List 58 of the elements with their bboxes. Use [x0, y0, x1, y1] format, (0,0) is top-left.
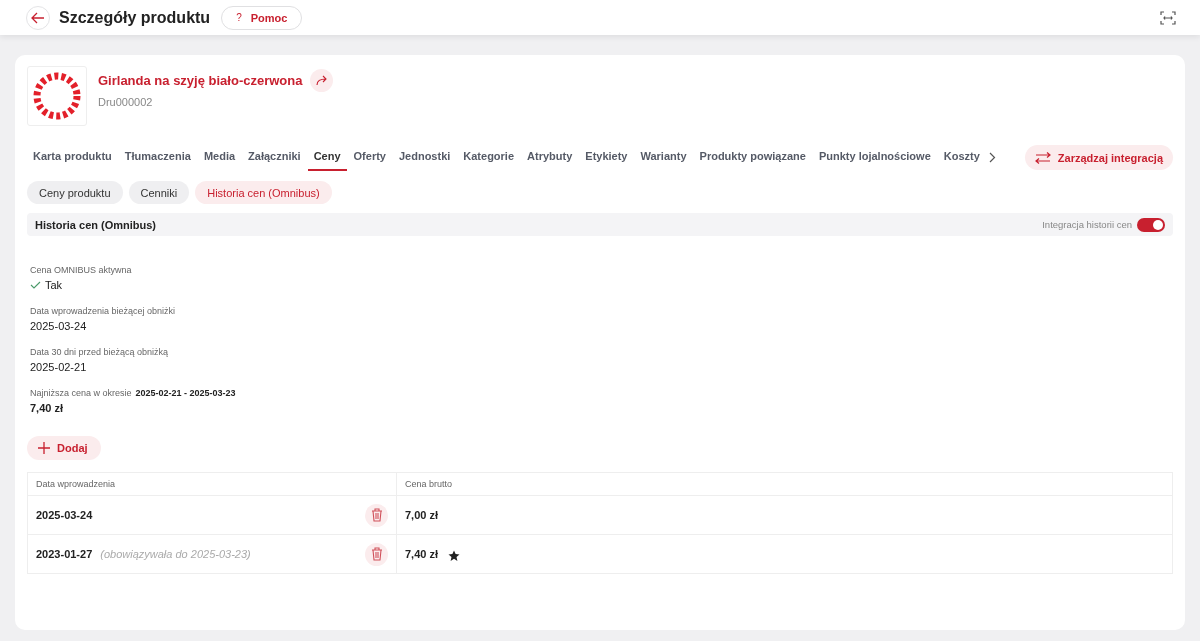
tab[interactable]: Załączniki	[242, 144, 307, 171]
field-label: Data 30 dni przed bieżącą obniżką	[30, 347, 169, 357]
field-value: 2025-03-24	[30, 320, 87, 332]
chevron-right-icon[interactable]	[988, 152, 996, 163]
trash-icon	[370, 508, 383, 522]
add-button[interactable]: Dodaj	[27, 436, 101, 460]
field-label: Najniższa cena w okresie	[30, 388, 132, 398]
help-icon: ?	[236, 12, 242, 23]
tab[interactable]: Produkty powiązane	[693, 144, 812, 171]
tab[interactable]: Kategorie	[457, 144, 521, 171]
table-cell: 2025-03-24	[36, 509, 93, 521]
table-cell: 2023-01-27	[36, 548, 93, 560]
tab[interactable]: Oferty	[347, 144, 392, 171]
back-button[interactable]	[26, 5, 50, 30]
delete-button[interactable]	[365, 503, 388, 527]
date-range: 2025-02-21 - 2025-03-23	[135, 388, 236, 398]
subtab[interactable]: Ceny produktu	[27, 181, 123, 204]
back-arrow-icon	[31, 11, 45, 24]
product-name: Girlanda na szyję biało-czerwona	[98, 73, 303, 88]
trash-icon	[370, 547, 383, 561]
field-value: Tak	[45, 279, 63, 291]
share-arrow-icon	[315, 75, 328, 86]
star-icon	[448, 549, 461, 562]
product-code: Dru000002	[98, 96, 154, 108]
column-header: Data wprowadzenia	[28, 473, 397, 495]
fullscreen-icon[interactable]	[1160, 10, 1176, 25]
subtab[interactable]: Cenniki	[128, 181, 190, 204]
tab[interactable]: Ceny	[307, 144, 347, 171]
tab[interactable]: Jednostki	[392, 144, 457, 171]
tab[interactable]: Media	[197, 144, 242, 171]
toggle-switch[interactable]	[1137, 217, 1165, 232]
field-value: 2025-02-21	[30, 361, 87, 373]
validity-note: (obowiązywała do 2025-03-23)	[100, 548, 251, 560]
tab[interactable]: Karta produktu	[27, 144, 118, 171]
tab[interactable]: Koszty	[937, 144, 986, 171]
subtab[interactable]: Historia cen (Omnibus)	[195, 181, 332, 204]
product-image	[27, 66, 87, 126]
tab[interactable]: Warianty	[634, 144, 693, 171]
swap-arrows-icon	[1034, 151, 1051, 164]
manage-integration-button[interactable]: Zarządzaj integracją	[1024, 145, 1173, 170]
check-icon	[30, 281, 41, 289]
tab[interactable]: Etykiety	[579, 144, 634, 171]
table-cell: 7,40 zł	[405, 548, 439, 560]
section-title: Historia cen (Omnibus)	[35, 218, 157, 231]
field-label: Cena OMNIBUS aktywna	[30, 265, 132, 275]
plus-icon	[38, 442, 50, 454]
tab[interactable]: Tłumaczenia	[118, 144, 197, 171]
tab[interactable]: Atrybuty	[521, 144, 579, 171]
delete-button[interactable]	[365, 542, 388, 566]
tab[interactable]: Punkty lojalnościowe	[812, 144, 937, 171]
field-label: Data wprowadzenia bieżącej obniżki	[30, 306, 176, 316]
share-button[interactable]	[310, 69, 334, 92]
field-value: 7,40 zł	[30, 402, 64, 414]
table-cell: 7,00 zł	[405, 509, 439, 521]
column-header: Cena brutto	[404, 478, 454, 491]
help-button[interactable]: ? Pomoc	[221, 5, 303, 30]
page-title: Szczegóły produktu	[59, 8, 211, 27]
toggle-label: Integracja historii cen	[1042, 219, 1132, 230]
